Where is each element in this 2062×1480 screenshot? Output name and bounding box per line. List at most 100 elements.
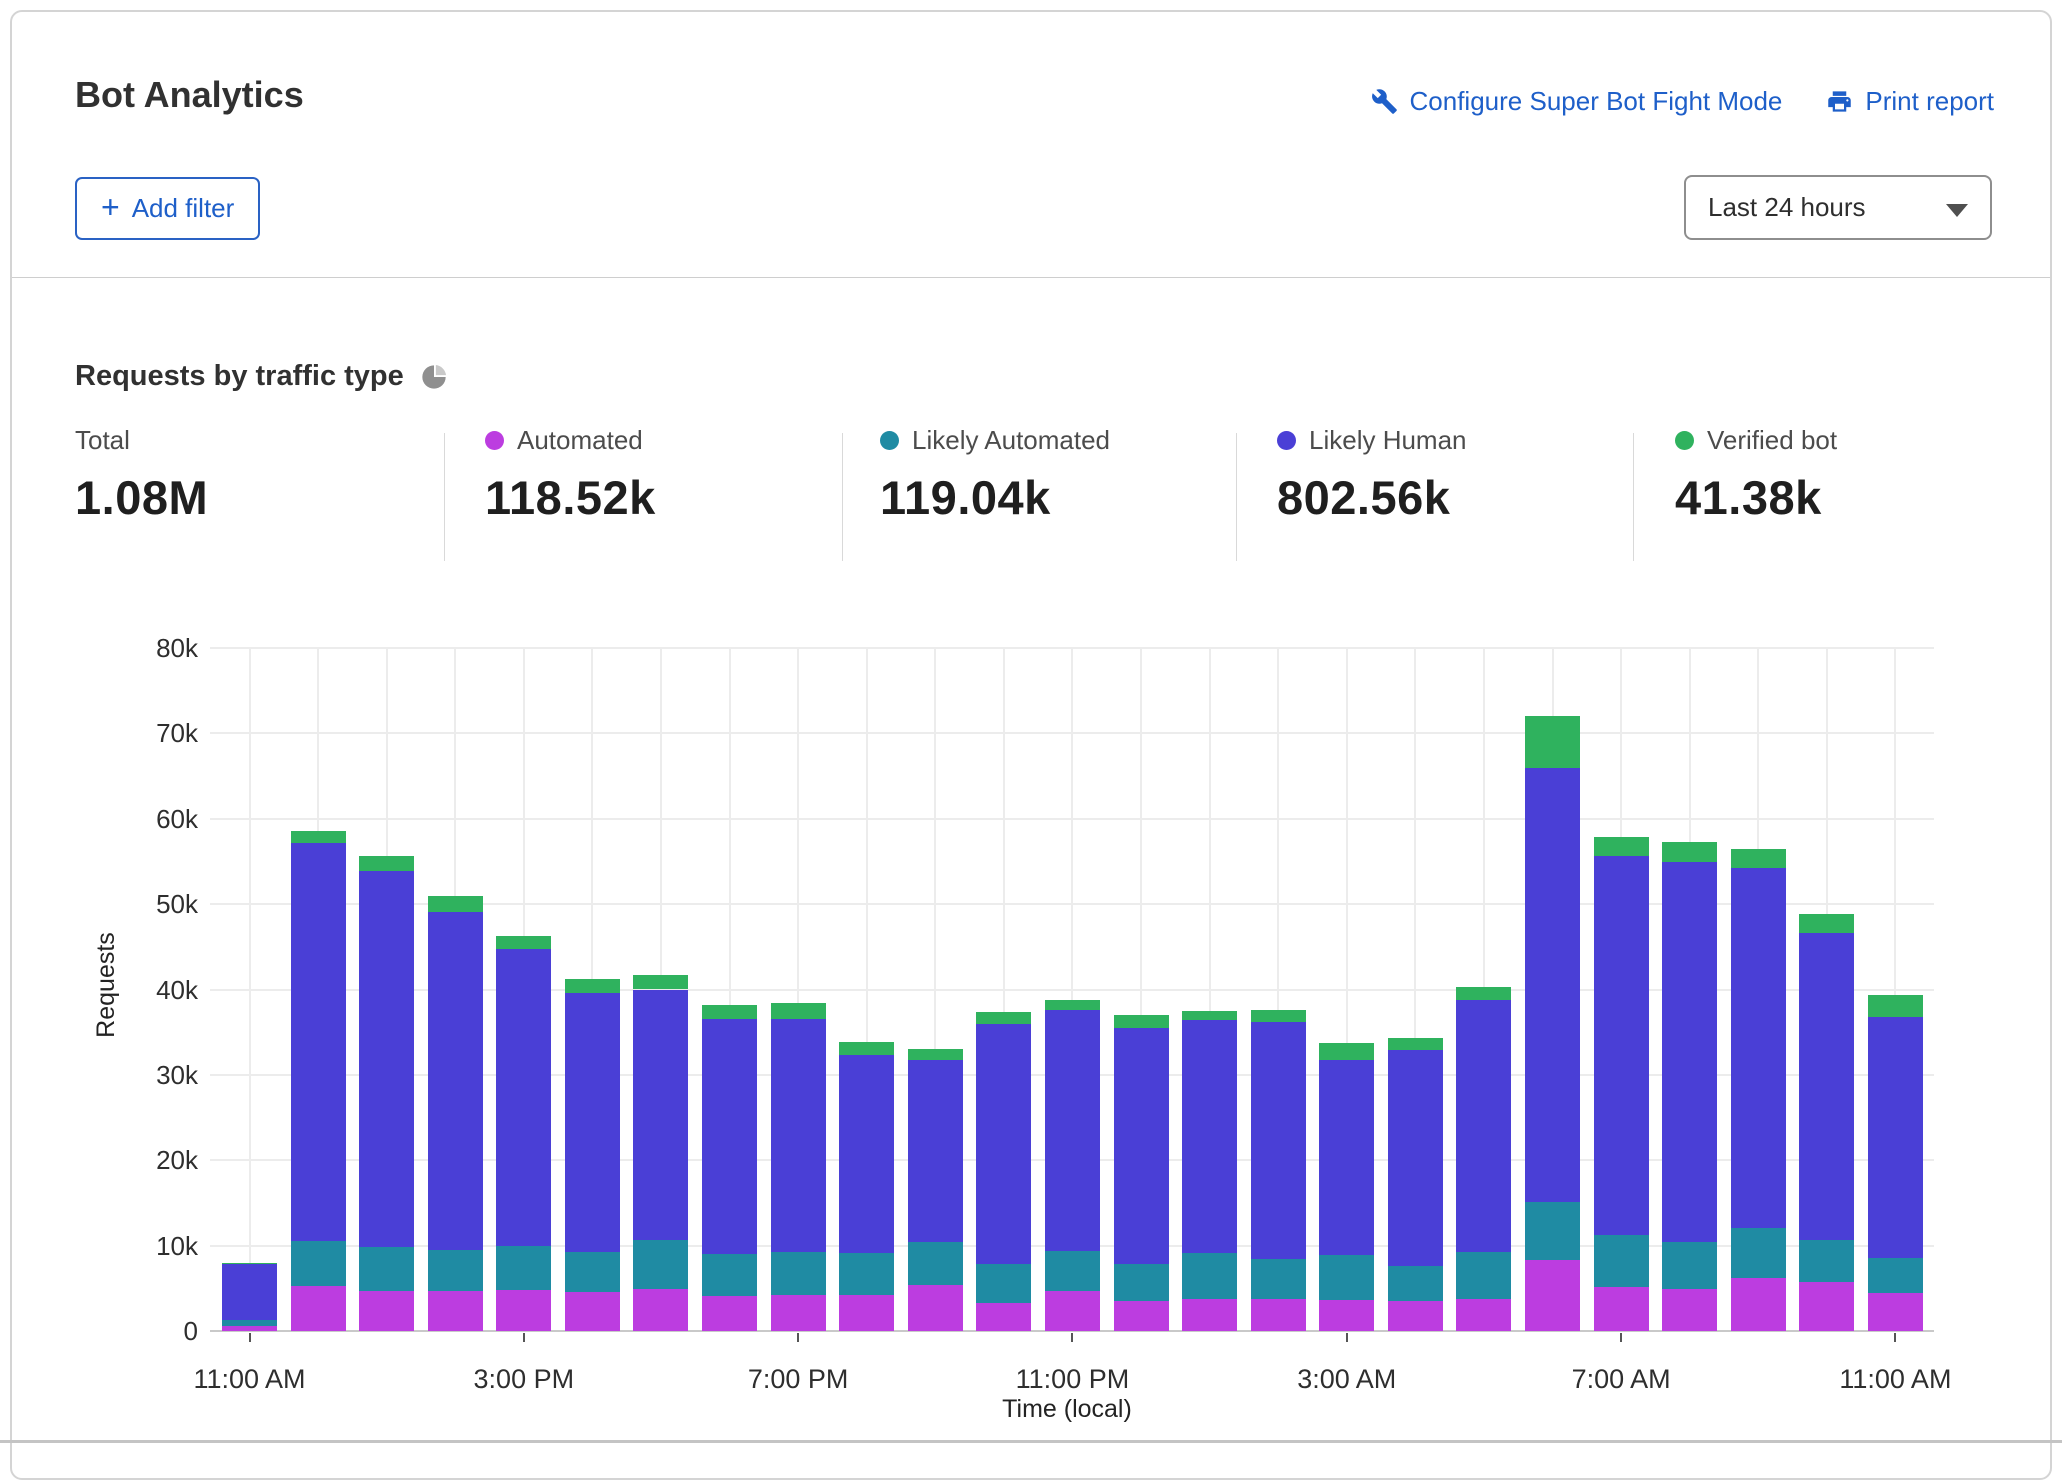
bar-segment-verified-bot-1000pm[interactable] (976, 1012, 1031, 1024)
bar-segment-verified-bot-700am[interactable] (1594, 837, 1649, 857)
bar-segment-likely-human-300am[interactable] (1319, 1060, 1374, 1255)
bar-segment-verified-bot-200am[interactable] (1251, 1010, 1306, 1022)
bar-segment-verified-bot-500am[interactable] (1456, 987, 1511, 1000)
bar-segment-verified-bot-800pm[interactable] (839, 1042, 894, 1056)
bar-segment-likely-automated-1100am[interactable] (1868, 1258, 1923, 1293)
bar-segment-likely-automated-1200pm[interactable] (291, 1241, 346, 1285)
bar-segment-likely-automated-900am[interactable] (1731, 1228, 1786, 1278)
bar-segment-automated-1000pm[interactable] (976, 1303, 1031, 1331)
bar-segment-verified-bot-600am[interactable] (1525, 716, 1580, 767)
bar-segment-likely-human-1200pm[interactable] (291, 843, 346, 1242)
bar-segment-verified-bot-1100am[interactable] (222, 1263, 277, 1265)
bar-segment-likely-automated-1100pm[interactable] (1045, 1251, 1100, 1291)
bar-segment-verified-bot-600pm[interactable] (702, 1005, 757, 1020)
bar-segment-likely-automated-800pm[interactable] (839, 1253, 894, 1295)
bar-segment-likely-automated-100am[interactable] (1182, 1253, 1237, 1299)
bar-segment-likely-human-1100pm[interactable] (1045, 1010, 1100, 1251)
bar-segment-likely-human-400pm[interactable] (565, 993, 620, 1253)
bar-segment-likely-automated-300am[interactable] (1319, 1255, 1374, 1300)
bar-segment-likely-automated-700am[interactable] (1594, 1235, 1649, 1287)
time-range-select[interactable]: Last 24 hours (1684, 175, 1992, 240)
bar-segment-automated-500am[interactable] (1456, 1299, 1511, 1331)
bar-segment-likely-automated-1000am[interactable] (1799, 1240, 1854, 1283)
bar-segment-automated-100am[interactable] (1182, 1299, 1237, 1331)
bar-segment-verified-bot-1200am[interactable] (1114, 1015, 1169, 1028)
bar-segment-likely-human-1100am[interactable] (222, 1264, 277, 1319)
bar-segment-likely-automated-600pm[interactable] (702, 1254, 757, 1296)
bar-segment-likely-human-400am[interactable] (1388, 1050, 1443, 1266)
bar-segment-likely-human-700pm[interactable] (771, 1019, 826, 1253)
bar-segment-likely-automated-100pm[interactable] (359, 1247, 414, 1291)
bar-segment-likely-human-900am[interactable] (1731, 868, 1786, 1227)
bar-segment-likely-automated-600am[interactable] (1525, 1202, 1580, 1260)
bar-segment-likely-human-1000pm[interactable] (976, 1024, 1031, 1264)
bar-segment-likely-human-600pm[interactable] (702, 1019, 757, 1254)
bar-segment-likely-automated-200pm[interactable] (428, 1250, 483, 1291)
bar-segment-verified-bot-700pm[interactable] (771, 1003, 826, 1018)
bar-segment-likely-automated-300pm[interactable] (496, 1246, 551, 1290)
bar-segment-likely-automated-800am[interactable] (1662, 1242, 1717, 1289)
bar-segment-automated-300pm[interactable] (496, 1290, 551, 1331)
bar-segment-likely-human-500pm[interactable] (633, 990, 688, 1240)
add-filter-button[interactable]: + Add filter (75, 177, 260, 240)
bar-segment-likely-automated-400am[interactable] (1388, 1266, 1443, 1301)
bar-segment-verified-bot-1100pm[interactable] (1045, 1000, 1100, 1010)
bar-segment-likely-automated-400pm[interactable] (565, 1252, 620, 1291)
bar-segment-automated-800pm[interactable] (839, 1295, 894, 1331)
bar-segment-verified-bot-200pm[interactable] (428, 896, 483, 912)
bar-segment-likely-human-200pm[interactable] (428, 912, 483, 1250)
bar-segment-likely-human-1200am[interactable] (1114, 1028, 1169, 1264)
bar-segment-verified-bot-100am[interactable] (1182, 1011, 1237, 1020)
bar-segment-verified-bot-300am[interactable] (1319, 1043, 1374, 1060)
bar-segment-automated-700am[interactable] (1594, 1287, 1649, 1331)
bar-segment-likely-human-1000am[interactable] (1799, 933, 1854, 1239)
bar-segment-automated-1100am[interactable] (1868, 1293, 1923, 1331)
bar-segment-verified-bot-1100am[interactable] (1868, 995, 1923, 1016)
bar-segment-automated-500pm[interactable] (633, 1289, 688, 1331)
bar-segment-likely-automated-200am[interactable] (1251, 1259, 1306, 1298)
bar-segment-likely-automated-900pm[interactable] (908, 1242, 963, 1285)
bar-segment-likely-human-900pm[interactable] (908, 1060, 963, 1242)
bar-segment-likely-human-1100am[interactable] (1868, 1017, 1923, 1258)
bar-segment-likely-automated-1100am[interactable] (222, 1320, 277, 1326)
bar-segment-automated-1100am[interactable] (222, 1326, 277, 1331)
bar-segment-automated-200am[interactable] (1251, 1299, 1306, 1331)
bar-segment-automated-800am[interactable] (1662, 1289, 1717, 1331)
bar-segment-likely-human-800am[interactable] (1662, 862, 1717, 1242)
bar-segment-verified-bot-400am[interactable] (1388, 1038, 1443, 1050)
bar-segment-likely-automated-500pm[interactable] (633, 1240, 688, 1290)
bar-segment-automated-100pm[interactable] (359, 1291, 414, 1331)
bar-segment-likely-human-500am[interactable] (1456, 1000, 1511, 1252)
configure-super-bot-fight-mode-link[interactable]: Configure Super Bot Fight Mode (1371, 86, 1783, 117)
bar-segment-likely-human-100pm[interactable] (359, 871, 414, 1248)
bar-segment-likely-human-200am[interactable] (1251, 1022, 1306, 1259)
bar-segment-likely-human-100am[interactable] (1182, 1020, 1237, 1253)
bar-segment-automated-1000am[interactable] (1799, 1282, 1854, 1331)
bar-segment-likely-automated-1000pm[interactable] (976, 1264, 1031, 1303)
bar-segment-automated-700pm[interactable] (771, 1295, 826, 1331)
bar-segment-automated-400pm[interactable] (565, 1292, 620, 1331)
print-report-link[interactable]: Print report (1826, 86, 1994, 117)
bar-segment-automated-400am[interactable] (1388, 1301, 1443, 1331)
bar-segment-likely-human-700am[interactable] (1594, 856, 1649, 1234)
bar-segment-likely-human-300pm[interactable] (496, 949, 551, 1247)
bar-segment-verified-bot-100pm[interactable] (359, 856, 414, 871)
bar-segment-likely-automated-500am[interactable] (1456, 1252, 1511, 1299)
bar-segment-verified-bot-800am[interactable] (1662, 842, 1717, 862)
bar-segment-automated-1200am[interactable] (1114, 1301, 1169, 1331)
bar-segment-verified-bot-300pm[interactable] (496, 936, 551, 949)
bar-segment-likely-human-800pm[interactable] (839, 1055, 894, 1253)
bar-segment-automated-200pm[interactable] (428, 1291, 483, 1331)
bar-segment-verified-bot-500pm[interactable] (633, 975, 688, 990)
bar-segment-verified-bot-400pm[interactable] (565, 979, 620, 993)
bar-segment-likely-human-600am[interactable] (1525, 768, 1580, 1203)
bar-segment-automated-900pm[interactable] (908, 1285, 963, 1331)
bar-segment-automated-600pm[interactable] (702, 1296, 757, 1331)
bar-segment-automated-900am[interactable] (1731, 1278, 1786, 1331)
bar-segment-automated-1200pm[interactable] (291, 1286, 346, 1331)
bar-segment-verified-bot-1000am[interactable] (1799, 914, 1854, 933)
bar-segment-automated-1100pm[interactable] (1045, 1291, 1100, 1331)
bar-segment-verified-bot-900pm[interactable] (908, 1049, 963, 1060)
bar-segment-verified-bot-1200pm[interactable] (291, 831, 346, 843)
bar-segment-likely-automated-700pm[interactable] (771, 1252, 826, 1295)
